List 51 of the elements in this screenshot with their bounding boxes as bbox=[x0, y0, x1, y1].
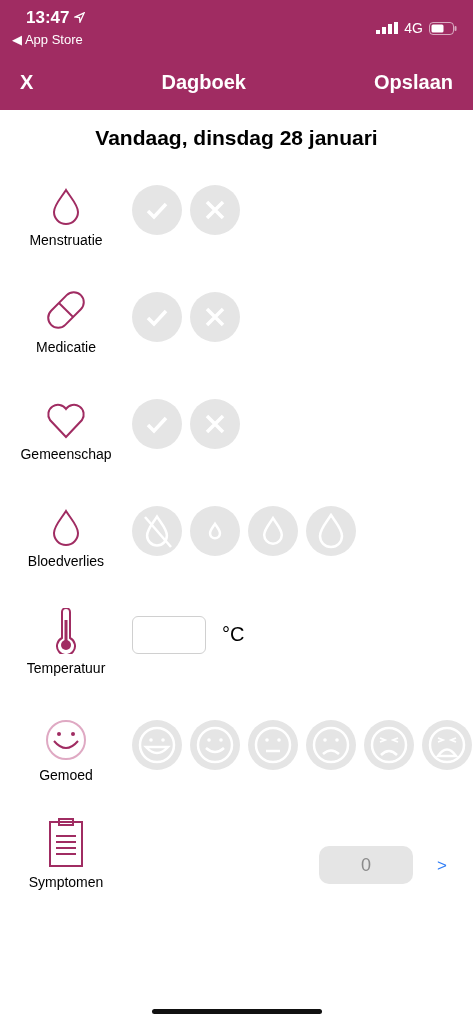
smiling-face-icon bbox=[195, 725, 235, 765]
upset-face-icon bbox=[369, 725, 409, 765]
row-label: Temperatuur bbox=[26, 660, 106, 676]
check-button[interactable] bbox=[132, 292, 182, 342]
crying-face-button[interactable] bbox=[422, 720, 472, 770]
heart-icon bbox=[46, 402, 86, 440]
drop-icon bbox=[51, 188, 81, 226]
cross-button[interactable] bbox=[190, 292, 240, 342]
laughing-face-icon bbox=[137, 725, 177, 765]
back-to-app-link[interactable]: ◀ App Store bbox=[12, 32, 86, 47]
medium-drop-button[interactable] bbox=[248, 506, 298, 556]
cross-icon bbox=[203, 305, 227, 329]
upset-face-button[interactable] bbox=[364, 720, 414, 770]
large-drop-button[interactable] bbox=[306, 506, 356, 556]
row-label: Gemoed bbox=[39, 767, 93, 783]
smiling-face-button[interactable] bbox=[190, 720, 240, 770]
smiley-icon bbox=[45, 719, 87, 761]
clipboard-icon bbox=[48, 818, 84, 868]
thermometer-icon bbox=[54, 608, 78, 654]
row-label: Medicatie bbox=[36, 339, 96, 355]
drop-icon bbox=[51, 509, 81, 547]
row-label: Bloedverlies bbox=[27, 553, 105, 569]
sad-face-button[interactable] bbox=[306, 720, 356, 770]
signal-icon bbox=[376, 22, 399, 34]
screen-title: Dagboek bbox=[161, 71, 246, 94]
location-icon bbox=[74, 12, 86, 23]
unit-label: °C bbox=[222, 623, 245, 647]
date-title: Vandaag, dinsdag 28 januari bbox=[94, 126, 379, 151]
row-label: Gemeenschap bbox=[20, 446, 112, 462]
row-label: Symptomen bbox=[28, 874, 104, 890]
laughing-face-button[interactable] bbox=[132, 720, 182, 770]
sad-face-icon bbox=[311, 725, 351, 765]
check-button[interactable] bbox=[132, 399, 182, 449]
neutral-face-button[interactable] bbox=[248, 720, 298, 770]
status-time: 13:47 bbox=[12, 8, 86, 28]
battery-icon bbox=[429, 21, 457, 35]
network-label: 4G bbox=[404, 20, 423, 36]
cross-button[interactable] bbox=[190, 185, 240, 235]
small-drop-button[interactable] bbox=[190, 506, 240, 556]
chevron-link[interactable]: > bbox=[437, 856, 447, 876]
save-button[interactable]: Opslaan bbox=[374, 71, 453, 94]
check-button[interactable] bbox=[132, 185, 182, 235]
close-button[interactable]: X bbox=[20, 71, 34, 94]
crossed-drop-button[interactable] bbox=[132, 506, 182, 556]
temperature-field[interactable] bbox=[132, 616, 206, 654]
cross-icon bbox=[203, 198, 227, 222]
cross-button[interactable] bbox=[190, 399, 240, 449]
row-label: Menstruatie bbox=[29, 232, 103, 248]
neutral-face-icon bbox=[253, 725, 293, 765]
crying-face-icon bbox=[427, 725, 467, 765]
cross-icon bbox=[203, 412, 227, 436]
